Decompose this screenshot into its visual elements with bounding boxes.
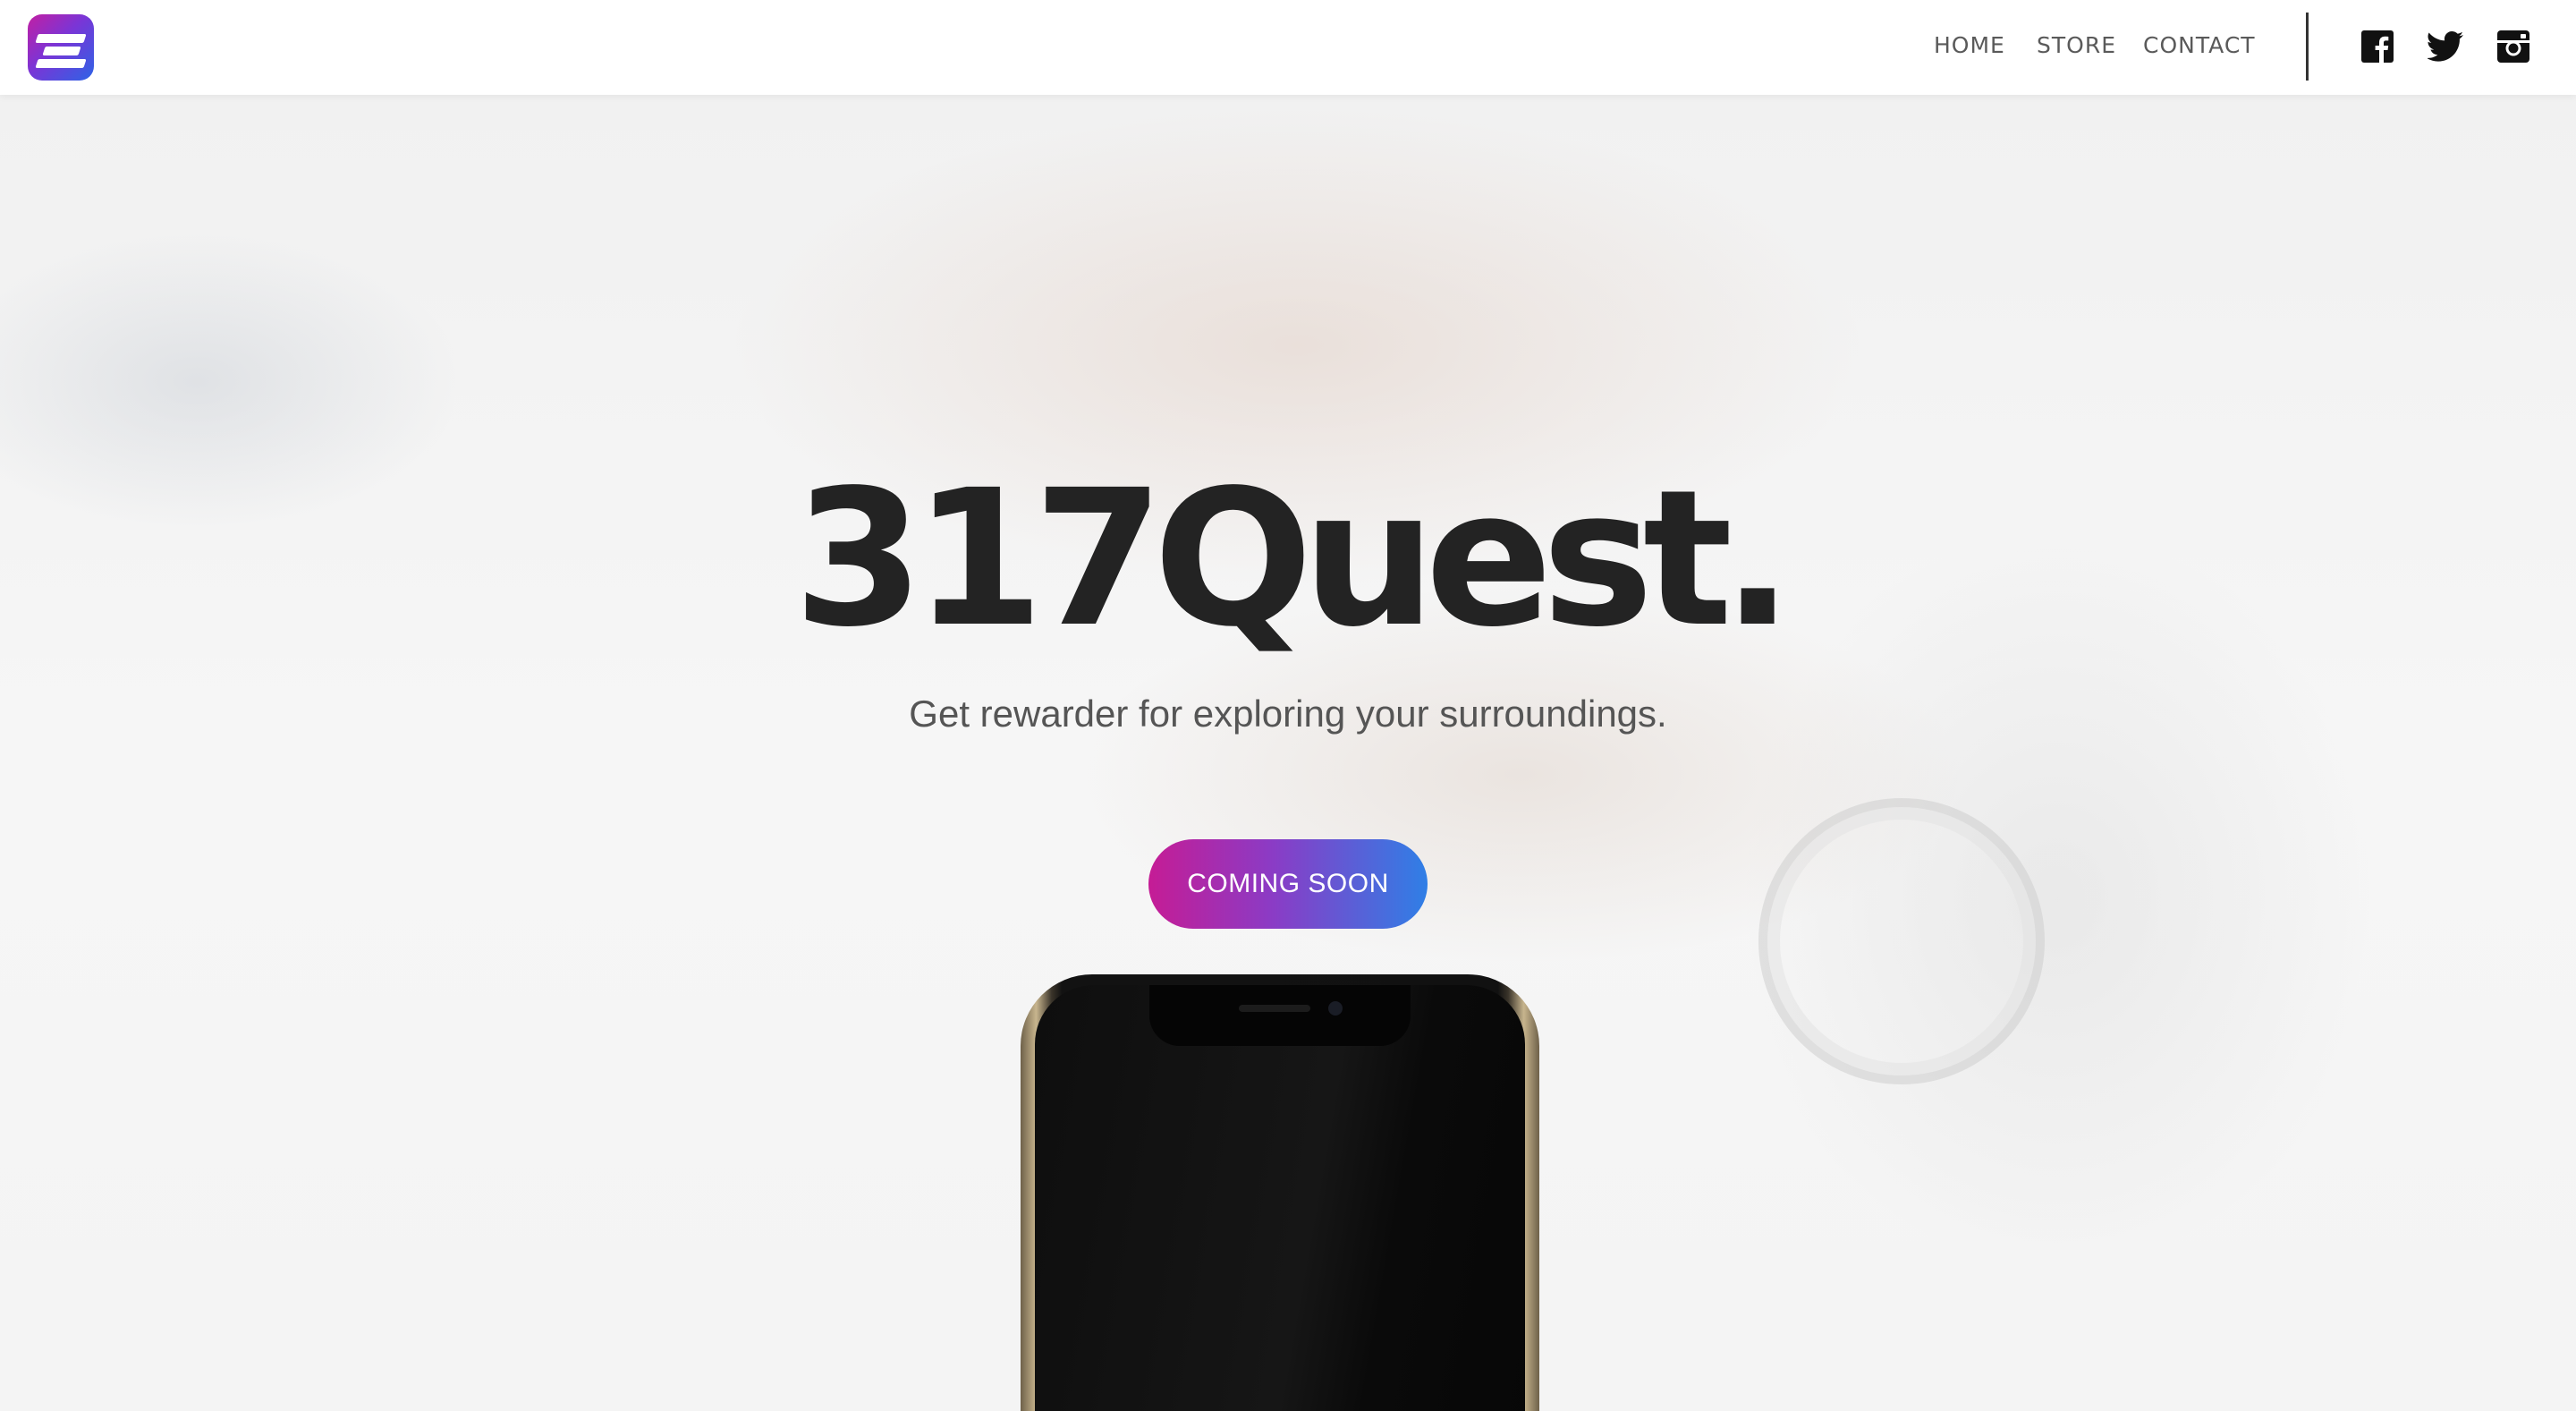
nav-home-link[interactable]: HOME <box>1934 32 2005 58</box>
nav-divider <box>2306 13 2309 81</box>
smartphone-image <box>1021 974 1539 1411</box>
phone-notch <box>1149 985 1411 1046</box>
logo-stripe <box>35 59 87 68</box>
coming-soon-button[interactable]: COMING SOON <box>1148 839 1428 929</box>
site-header: HOME STORE CONTACT <box>0 0 2576 95</box>
phone-speaker <box>1239 1005 1310 1012</box>
app-logo[interactable] <box>28 14 94 81</box>
instagram-icon[interactable] <box>2497 30 2529 63</box>
phone-screen <box>1035 985 1525 1411</box>
hero-title: 317Quest. <box>793 449 1793 668</box>
twitter-icon[interactable] <box>2426 30 2463 63</box>
background-watch-image <box>1758 798 2045 1084</box>
hero-subtitle: Get rewarder for exploring your surround… <box>909 693 1667 735</box>
logo-stripe <box>35 34 87 43</box>
phone-camera <box>1328 1001 1343 1016</box>
facebook-icon[interactable] <box>2361 30 2394 63</box>
nav-store-link[interactable]: STORE <box>2037 32 2116 58</box>
nav-contact-link[interactable]: CONTACT <box>2143 32 2256 58</box>
logo-stripe <box>42 47 81 55</box>
